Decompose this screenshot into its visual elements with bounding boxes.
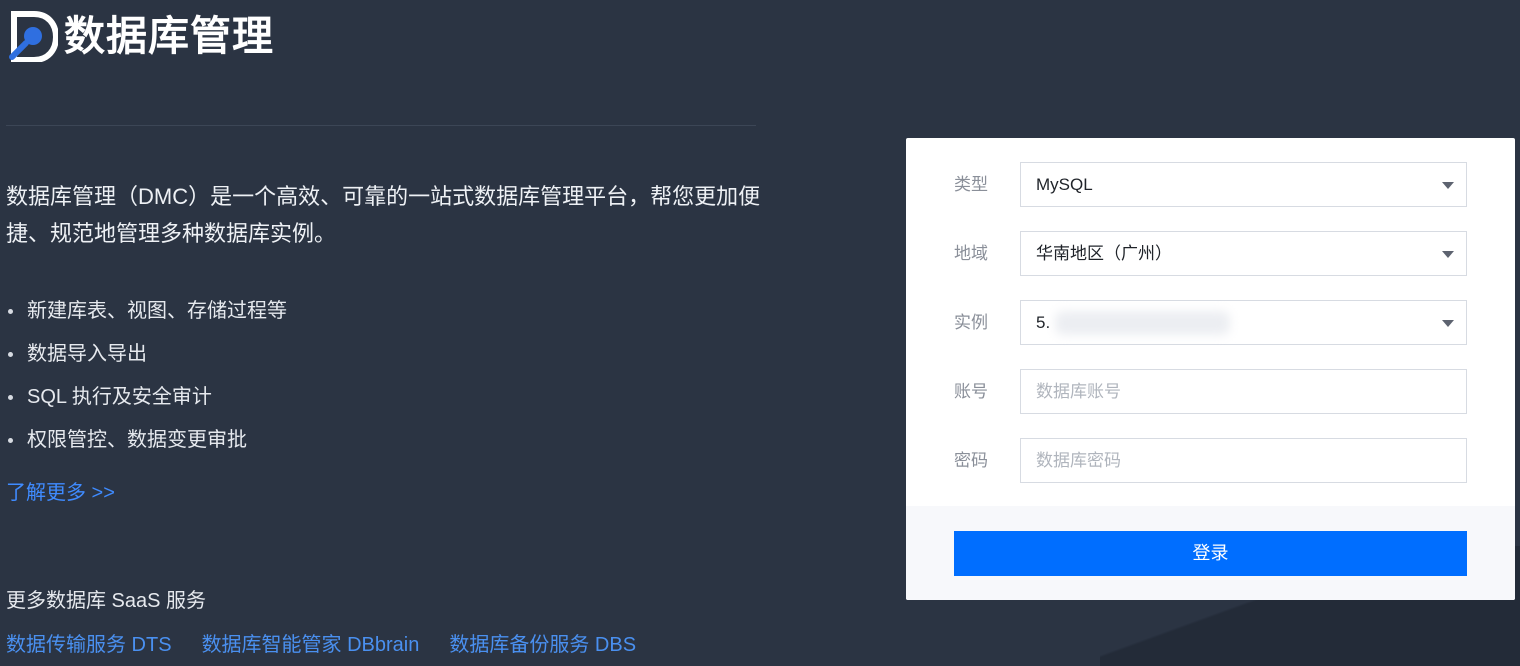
intro-text: 数据库管理（DMC）是一个高效、可靠的一站式数据库管理平台，帮您更加便捷、规范地… [6,184,761,246]
feature-label: 数据导入导出 [27,343,147,365]
more-services-title: 更多数据库 SaaS 服务 [6,590,207,612]
type-value: MySQL [1036,175,1093,194]
account-label: 账号 [954,382,988,401]
caret-down-icon [1442,320,1454,327]
app-logo: 数据库管理 [6,10,274,62]
bullet-icon [8,395,13,400]
caret-down-icon [1442,251,1454,258]
page-title: 数据库管理 [64,13,274,59]
account-placeholder: 数据库账号 [1036,382,1121,401]
bullet-icon [8,309,13,314]
list-item: 数据导入导出 [6,333,287,376]
instance-value: 5. [1036,313,1051,332]
redacted-blur [1055,311,1230,335]
type-row: 类型 MySQL [954,162,1467,207]
type-select[interactable]: MySQL [1020,162,1467,207]
feature-label: 权限管控、数据变更审批 [27,429,247,451]
instance-row: 实例 5. [954,300,1467,345]
dbbrain-link[interactable]: 数据库智能管家 DBbrain [202,628,420,657]
password-placeholder: 数据库密码 [1036,451,1121,470]
type-label: 类型 [954,175,988,194]
bullet-icon [8,352,13,357]
dmc-logo-icon [9,11,58,62]
feature-list: 新建库表、视图、存储过程等 数据导入导出 SQL 执行及安全审计 权限管控、数据… [6,290,287,462]
dts-link[interactable]: 数据传输服务 DTS [6,628,172,657]
region-label: 地域 [954,244,988,263]
list-item: 新建库表、视图、存储过程等 [6,290,287,333]
instance-label: 实例 [954,313,988,332]
login-button[interactable]: 登录 [954,531,1467,576]
region-select[interactable]: 华南地区（广州） [1020,231,1467,276]
account-row: 账号 数据库账号 [954,369,1467,414]
password-row: 密码 数据库密码 [954,438,1467,483]
dbs-link[interactable]: 数据库备份服务 DBS [449,628,636,657]
feature-label: 新建库表、视图、存储过程等 [27,300,287,322]
login-panel: 类型 MySQL 地域 华南地区（广州） 实例 5. 账号 数据库账号 密码 数… [906,138,1515,600]
list-item: 权限管控、数据变更审批 [6,419,287,462]
more-services-links: 数据传输服务 DTS 数据库智能管家 DBbrain 数据库备份服务 DBS [6,628,636,657]
password-label: 密码 [954,451,988,470]
password-input[interactable]: 数据库密码 [1020,438,1467,483]
learn-more-link[interactable]: 了解更多 >> [6,476,115,505]
region-row: 地域 华南地区（广州） [954,231,1467,276]
list-item: SQL 执行及安全审计 [6,376,287,419]
region-value: 华南地区（广州） [1036,244,1172,263]
bullet-icon [8,438,13,443]
caret-down-icon [1442,182,1454,189]
instance-select[interactable]: 5. [1020,300,1467,345]
feature-label: SQL 执行及安全审计 [27,386,212,408]
header-divider [6,125,756,126]
account-input[interactable]: 数据库账号 [1020,369,1467,414]
